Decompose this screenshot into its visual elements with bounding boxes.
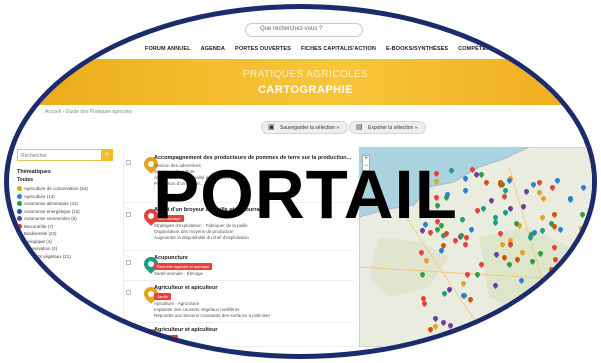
item-tag-badge: Bien-être agricole et animaux <box>154 263 213 270</box>
portail-overlay-text: PORTAIL <box>153 156 458 233</box>
item-detail-line: Santé animale · Élevage <box>154 271 204 276</box>
nav-fiches[interactable]: FICHES CAPITALIS'ACTION <box>301 46 376 52</box>
nav-agenda[interactable]: AGENDA <box>201 46 225 52</box>
map-marker-icon[interactable] <box>596 274 597 281</box>
nav-po[interactable]: PO <box>512 46 520 52</box>
save-selection-button[interactable]: ▣ Sauvegarder la sélection » <box>261 121 349 134</box>
theme-pin-icon <box>17 246 22 252</box>
main-nav: FORUM ANNUEL AGENDA PORTES OUVERTES FICH… <box>145 41 575 57</box>
hero-banner: PRATIQUES AGRICOLES CARTOGRAPHIE <box>9 59 592 105</box>
nav-ebooks[interactable]: E-BOOKS/SYNTHÈSES <box>386 46 448 52</box>
item-tag-badge: Jardin <box>154 293 171 300</box>
banner-title: CARTOGRAPHIE <box>257 84 354 96</box>
item-title[interactable]: Agriculteur et apiculteur <box>154 285 218 291</box>
item-title[interactable]: Agriculteur et apiculteur <box>154 327 218 333</box>
list-item[interactable]: Agriculteur et apiculteur Jardin Apicultur… <box>124 281 354 323</box>
theme-pin-icon <box>17 253 22 259</box>
site-search-input[interactable]: Que recherchez-vous ? <box>245 23 363 37</box>
item-detail-line: Implanter des couverts végétaux mellifèr… <box>154 307 240 312</box>
map-marker-icon[interactable] <box>595 242 597 249</box>
item-checkbox[interactable] <box>126 260 131 265</box>
nav-forum[interactable]: FORUM ANNUEL <box>145 46 191 52</box>
filter-item-label: Couverts végétaux (21) <box>24 253 71 259</box>
map-marker-icon[interactable] <box>596 278 597 285</box>
item-detail-line: Apiculture · Agriculture <box>154 301 200 306</box>
export-selection-label: Exporter la sélection » <box>368 125 418 131</box>
map-marker-icon[interactable] <box>592 324 597 331</box>
item-detail-line: Répondre aux besoins croissants des surf… <box>154 313 271 318</box>
screenshot-stage: Que recherchez-vous ? FORUM ANNUEL AGEND… <box>0 0 601 363</box>
filter-item[interactable]: Biologique (4) <box>17 238 117 246</box>
item-title[interactable]: Acupuncture <box>154 255 188 261</box>
item-checkbox[interactable] <box>126 290 131 295</box>
export-icon: ▤ <box>356 124 363 131</box>
list-item[interactable]: Agriculteur et apiculteur Apiculture <box>124 323 354 347</box>
save-icon: ▣ <box>268 124 275 131</box>
list-item[interactable]: Acupuncture Bien-être agricole et animaux… <box>124 251 354 281</box>
item-tag-badge: Apiculture <box>154 335 178 342</box>
filter-item[interactable]: Couverts végétaux (21) <box>17 253 117 261</box>
theme-pin-icon <box>17 238 22 244</box>
nav-competences[interactable]: COMPÉTENCES <box>458 46 502 52</box>
export-selection-button[interactable]: ▤ Exporter la sélection » <box>349 121 427 134</box>
oval-frame: Que recherchez-vous ? FORUM ANNUEL AGEND… <box>4 4 597 359</box>
save-selection-label: Sauvegarder la sélection » <box>280 125 340 131</box>
filter-item[interactable]: Conservation (2) <box>17 245 117 253</box>
breadcrumb[interactable]: Accueil › Guide des Pratiques agricoles <box>45 109 132 115</box>
website-view: Que recherchez-vous ? FORUM ANNUEL AGEND… <box>9 9 597 354</box>
filter-item-label: Biologique (4) <box>24 238 52 244</box>
banner-subtitle: PRATIQUES AGRICOLES <box>242 69 369 80</box>
filter-item-label: Conservation (2) <box>24 246 58 252</box>
item-detail-line: Augmenter la disponibilité du chef d'exp… <box>154 235 249 240</box>
nav-portes-ouvertes[interactable]: PORTES OUVERTES <box>235 46 291 52</box>
item-checkbox[interactable] <box>126 332 131 337</box>
